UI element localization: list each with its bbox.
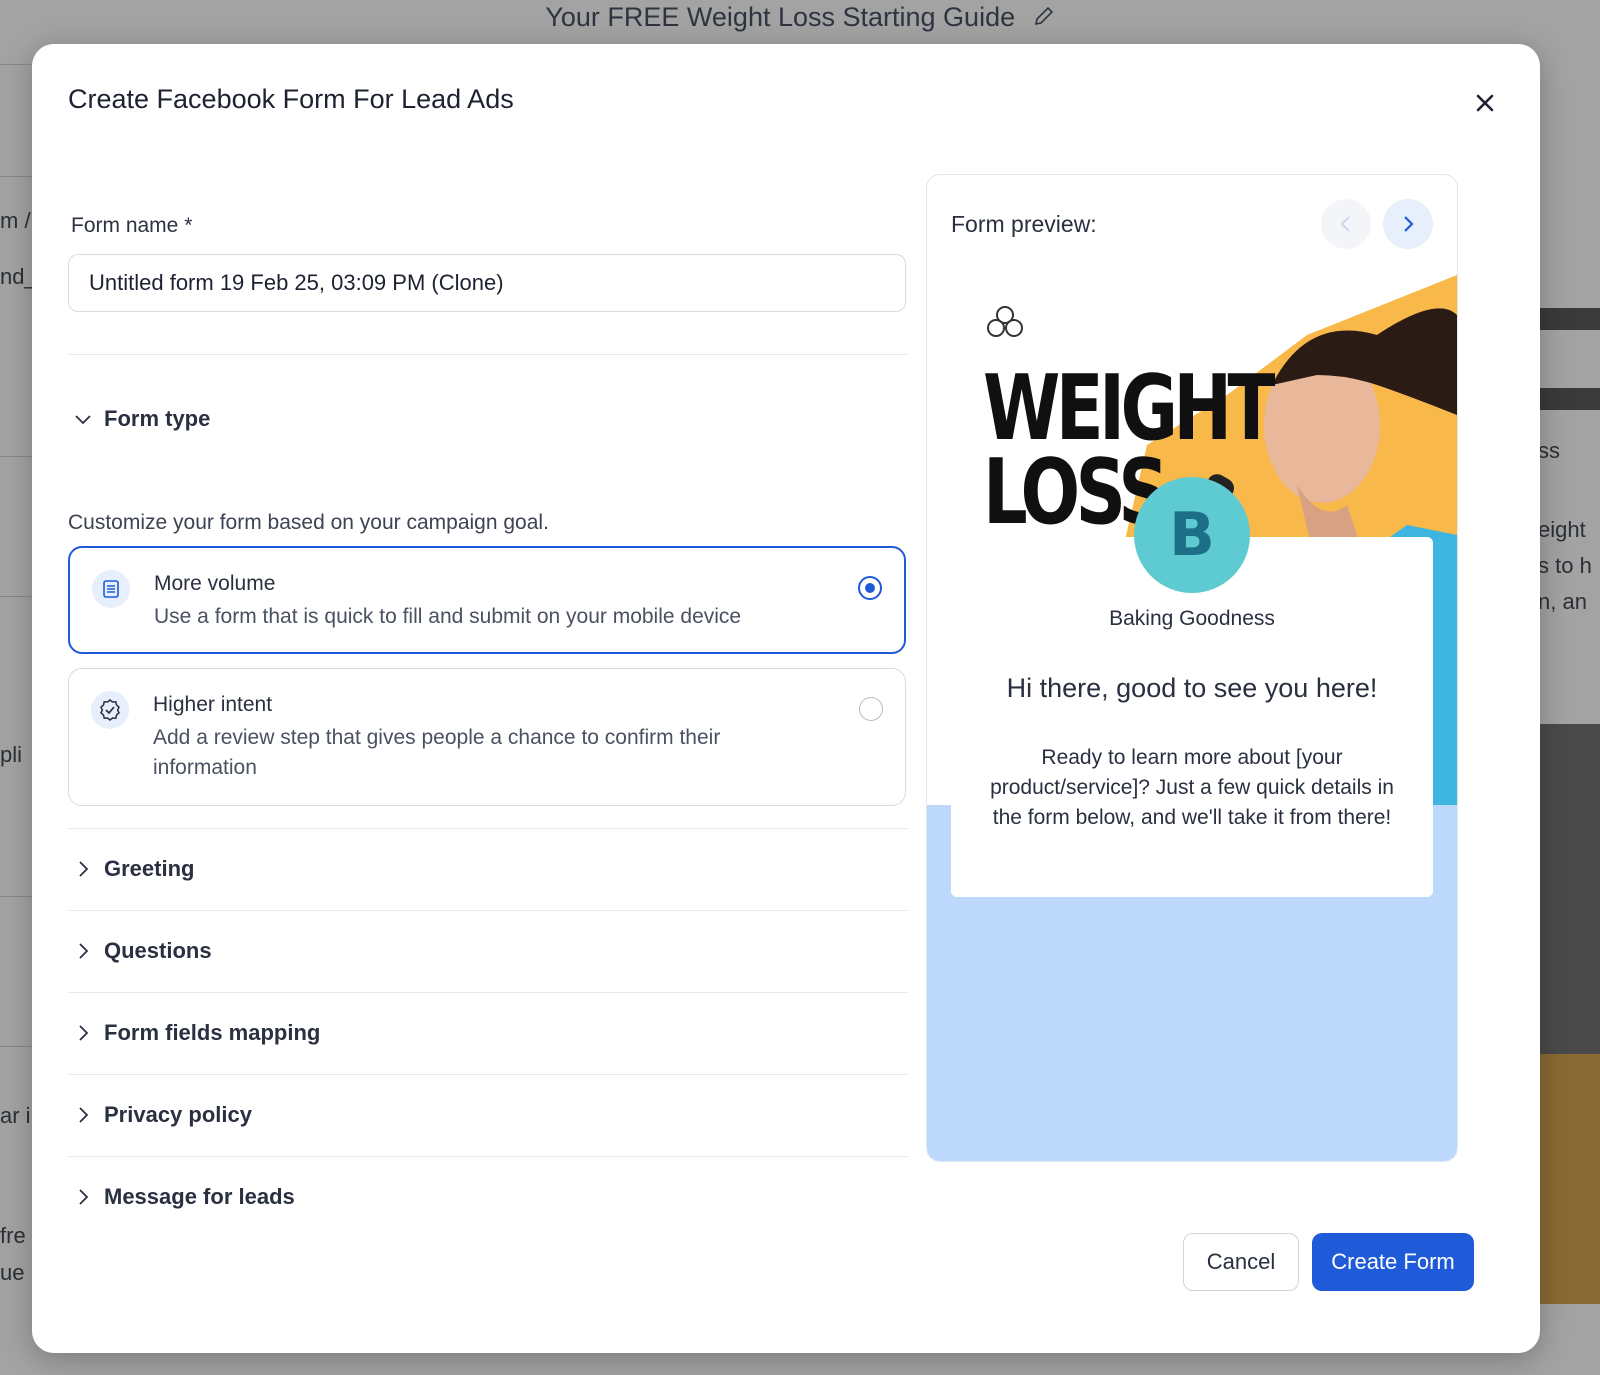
form-list-icon xyxy=(92,570,130,608)
background-divider xyxy=(0,1046,32,1047)
edit-pencil-icon xyxy=(1033,3,1055,34)
option-description: Add a review step that gives people a ch… xyxy=(153,726,721,779)
form-type-option-higher-intent[interactable]: Higher intent Add a review step that giv… xyxy=(68,668,906,806)
divider xyxy=(68,910,908,911)
chevron-right-icon xyxy=(70,938,96,964)
avatar: B xyxy=(1134,477,1250,593)
background-divider xyxy=(0,64,32,65)
form-preview-panel: Form preview: WEIGHT LOSS B Baking Goodn… xyxy=(926,174,1458,1162)
message-for-leads-section-toggle[interactable]: Message for leads xyxy=(68,1180,295,1214)
form-type-heading: Form type xyxy=(104,406,211,431)
background-bar xyxy=(1540,388,1600,410)
section-title: Message for leads xyxy=(104,1184,295,1209)
section-title: Privacy policy xyxy=(104,1102,252,1127)
close-button[interactable] xyxy=(1470,88,1500,118)
cancel-button[interactable]: Cancel xyxy=(1183,1233,1299,1291)
brand-logo-icon xyxy=(987,306,1023,337)
chevron-right-icon xyxy=(1404,216,1414,232)
option-title: More volume xyxy=(154,572,276,595)
background-fragment: s to h xyxy=(1538,553,1592,578)
close-icon xyxy=(1476,94,1494,112)
verified-badge-icon xyxy=(91,691,129,729)
divider xyxy=(68,354,908,355)
modal-title: Create Facebook Form For Lead Ads xyxy=(68,84,514,114)
preview-next-button[interactable] xyxy=(1383,199,1433,249)
privacy-policy-section-toggle[interactable]: Privacy policy xyxy=(68,1098,252,1132)
divider xyxy=(68,1156,908,1157)
questions-section-toggle[interactable]: Questions xyxy=(68,934,212,968)
background-fragment: ar i xyxy=(0,1103,31,1128)
greeting-title: Hi there, good to see you here! xyxy=(1006,673,1378,703)
form-preview-label: Form preview: xyxy=(951,211,1097,237)
greeting-section-toggle[interactable]: Greeting xyxy=(68,852,194,886)
form-type-helper-text: Customize your form based on your campai… xyxy=(68,511,549,534)
background-divider xyxy=(0,456,32,457)
greeting-card: B Baking Goodness Hi there, good to see … xyxy=(951,477,1433,897)
brand-name: Baking Goodness xyxy=(1109,607,1275,630)
chevron-right-icon xyxy=(70,1020,96,1046)
chevron-right-icon xyxy=(70,1102,96,1128)
background-image xyxy=(1540,724,1600,1304)
option-title: Higher intent xyxy=(153,693,273,716)
background-divider xyxy=(0,596,32,597)
background-fragment: fre xyxy=(0,1223,26,1248)
background-divider xyxy=(0,896,32,897)
form-name-label: Form name * xyxy=(71,214,193,237)
chevron-left-icon xyxy=(1340,216,1350,232)
form-type-section-toggle[interactable]: Form type xyxy=(68,402,210,436)
section-title: Greeting xyxy=(104,856,195,881)
chevron-right-icon xyxy=(70,1184,96,1210)
chevron-down-icon xyxy=(70,406,96,432)
chevron-right-icon xyxy=(70,856,96,882)
higher-intent-radio[interactable] xyxy=(859,697,883,721)
background-fragment: ss xyxy=(1538,438,1560,463)
greeting-description: Ready to learn more about [your product/… xyxy=(990,746,1394,829)
create-form-button[interactable]: Create Form xyxy=(1312,1233,1474,1291)
preview-prev-button[interactable] xyxy=(1321,199,1371,249)
divider xyxy=(68,1074,908,1075)
background-page-title: Your FREE Weight Loss Starting Guide xyxy=(0,2,1600,34)
form-name-input[interactable] xyxy=(68,254,906,312)
preview-canvas: WEIGHT LOSS B Baking Goodness Hi there, … xyxy=(927,275,1457,1161)
background-fragment: m / xyxy=(0,208,31,233)
background-fragment: eight xyxy=(1538,517,1586,542)
form-type-option-more-volume[interactable]: More volume Use a form that is quick to … xyxy=(68,546,906,654)
background-divider xyxy=(0,176,32,177)
section-title: Form fields mapping xyxy=(104,1020,321,1045)
background-fragment: n, an xyxy=(1538,589,1587,614)
background-bar xyxy=(1540,308,1600,330)
more-volume-radio[interactable] xyxy=(858,576,882,600)
create-facebook-form-modal: Create Facebook Form For Lead Ads Form n… xyxy=(32,44,1540,1353)
section-title: Questions xyxy=(104,938,212,963)
divider xyxy=(68,828,908,829)
background-fragment: ue i xyxy=(0,1260,36,1285)
form-fields-mapping-section-toggle[interactable]: Form fields mapping xyxy=(68,1016,320,1050)
divider xyxy=(68,992,908,993)
option-description: Use a form that is quick to fill and sub… xyxy=(154,605,742,628)
background-fragment: pli xyxy=(0,742,23,767)
